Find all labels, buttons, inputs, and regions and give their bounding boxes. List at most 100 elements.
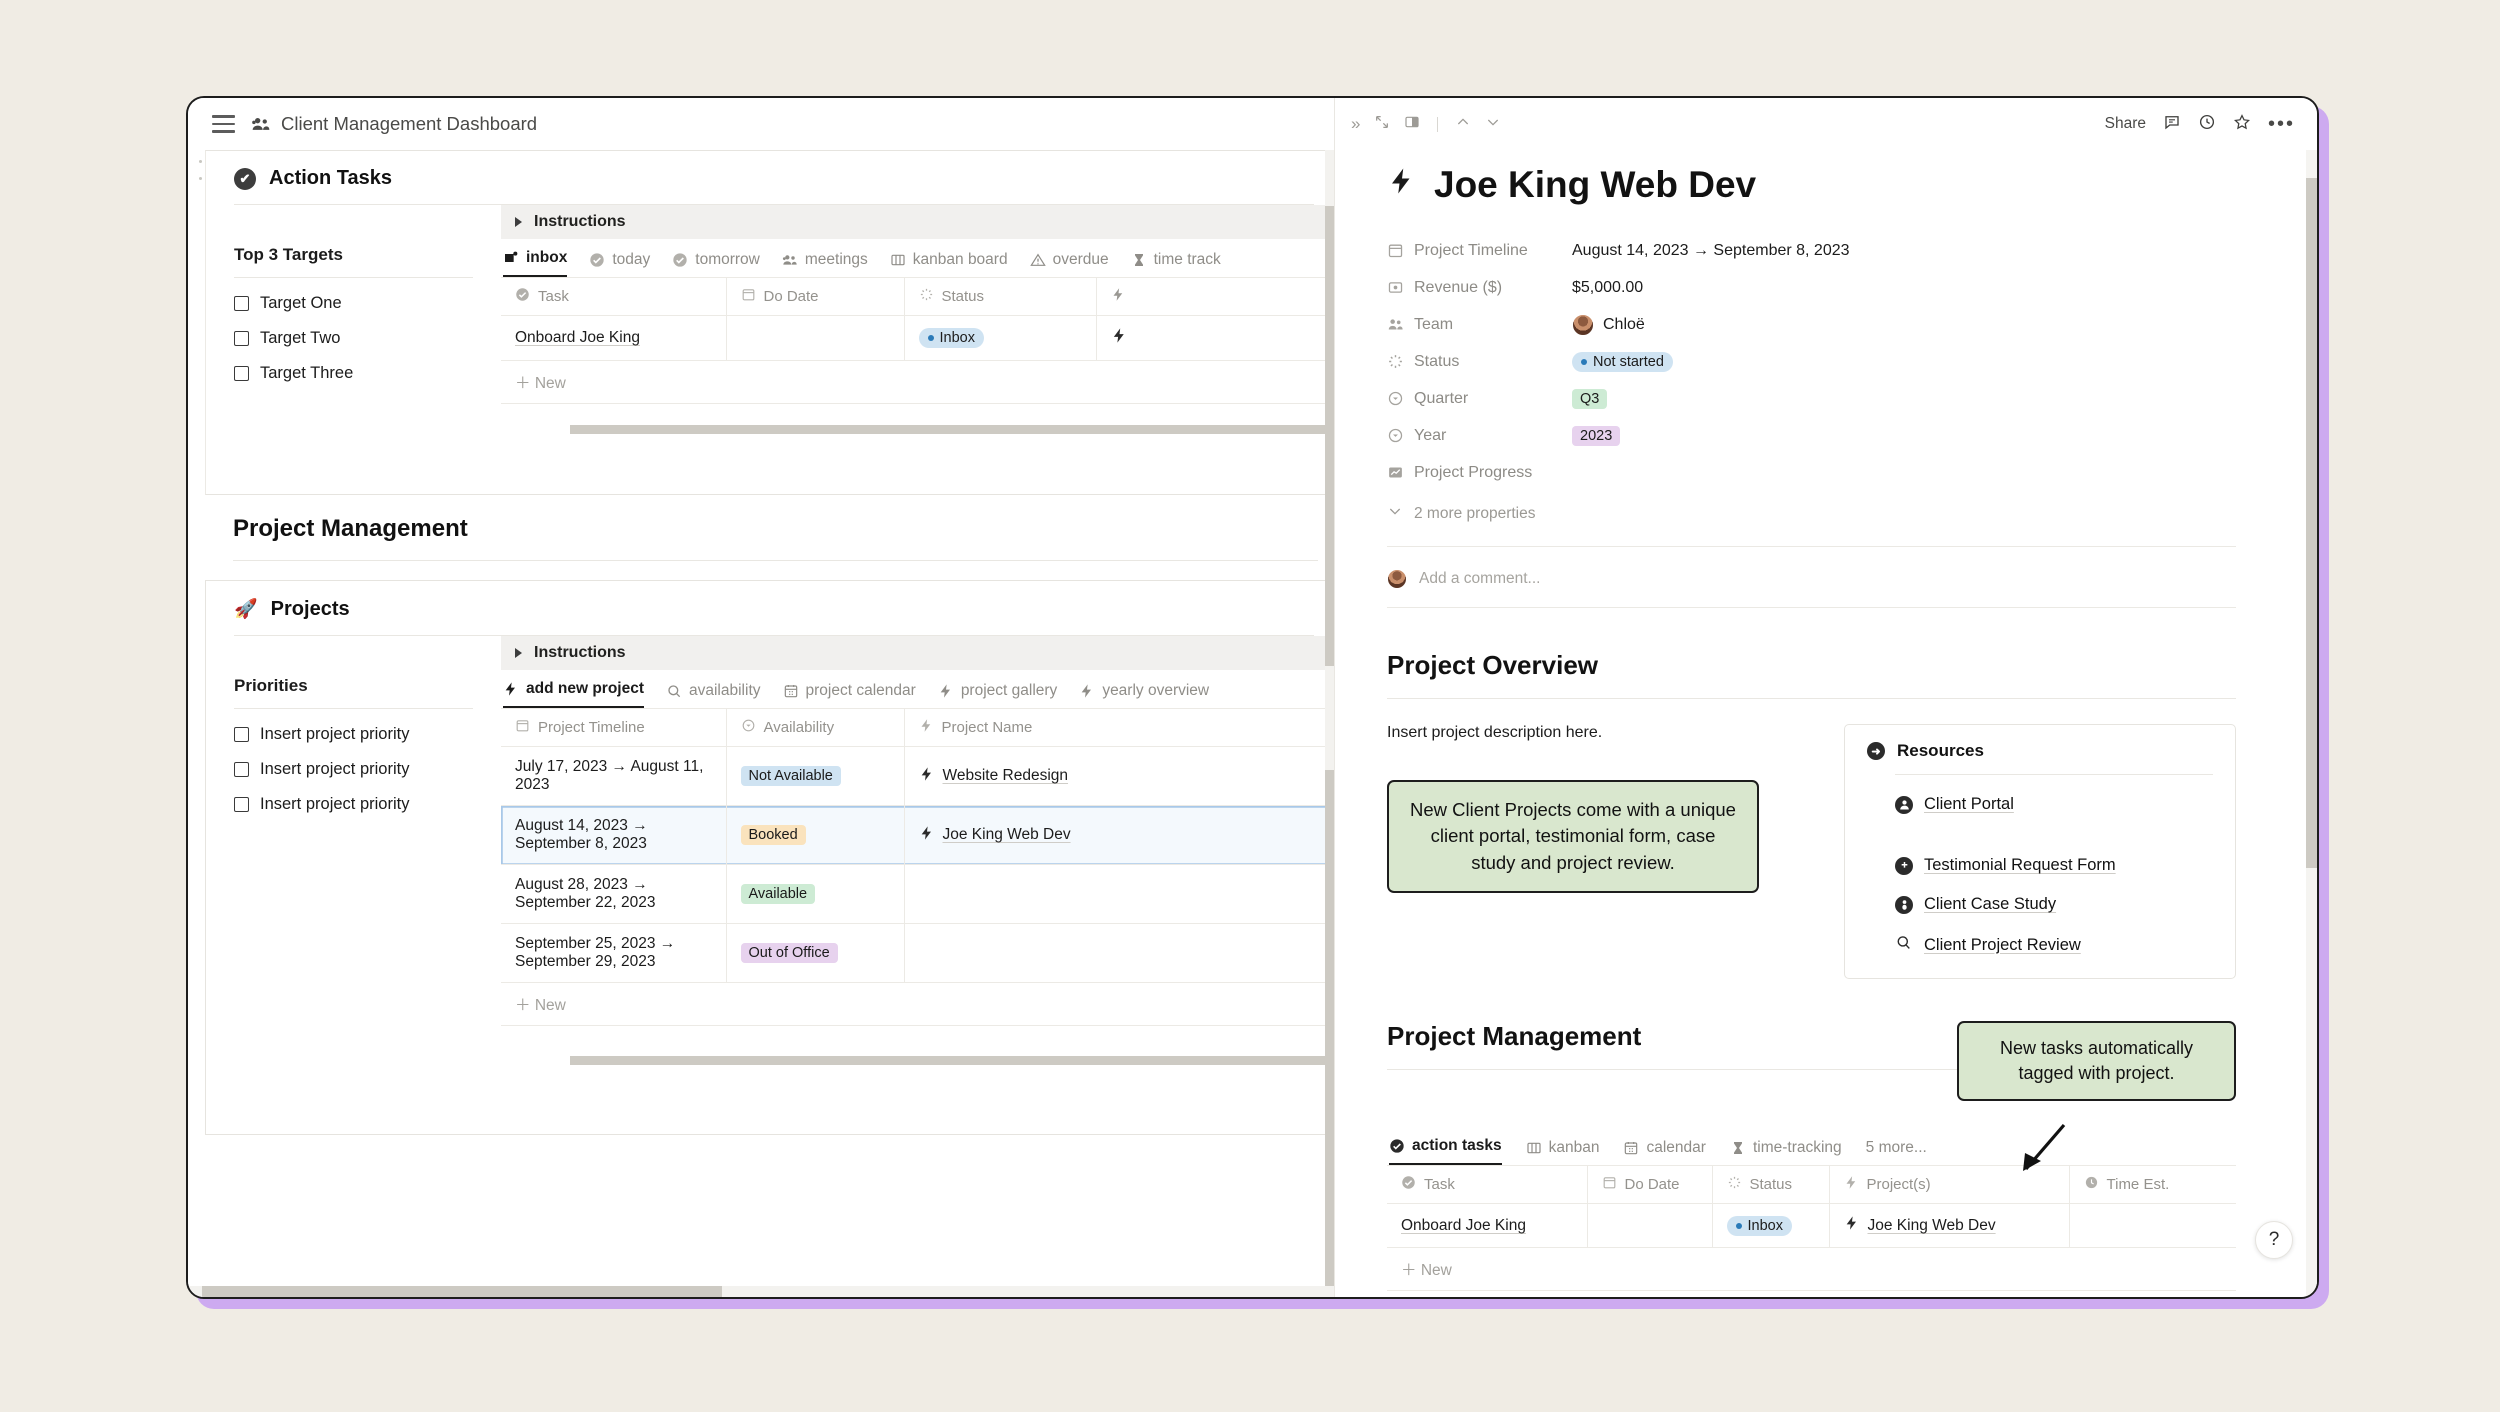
cell-availability[interactable]: Out of Office [726,923,905,983]
cell-timeline[interactable]: August 14, 2023 → September 8, 2023 [501,805,727,865]
task-link[interactable]: Onboard Joe King [515,329,640,346]
cell-status[interactable]: Inbox [904,315,1097,361]
tab-add-new-project[interactable]: add new project [503,680,644,708]
cell-projects[interactable]: Joe King Web Dev [1829,1203,2070,1249]
tab-yearly-overview[interactable]: yearly overview [1079,682,1209,708]
tab-overdue[interactable]: overdue [1029,251,1109,277]
comment-icon[interactable] [2163,113,2181,136]
cell-availability[interactable]: Available [726,864,905,924]
tab-time-tracking[interactable]: time-tracking [1730,1139,1842,1165]
property-year[interactable]: Year 2023 [1387,417,2236,454]
property-value[interactable]: August 14, 2023 → September 8, 2023 [1572,242,1850,260]
property-value[interactable]: Chloë [1572,313,1645,336]
column-project[interactable] [1096,278,1334,316]
left-panel-hscrollbar[interactable] [188,1286,1334,1297]
tab-action-tasks[interactable]: action tasks [1389,1137,1502,1166]
action-tasks-hscrollbar[interactable] [570,425,1334,435]
target-item[interactable]: Target One [234,294,501,313]
chevron-down-icon[interactable] [1485,114,1501,135]
right-panel-vscrollbar[interactable] [2306,150,2317,1297]
property-value[interactable]: $5,000.00 [1572,279,1643,297]
table-row[interactable]: September 25, 2023 → September 29, 2023 … [501,923,1334,983]
table-row[interactable]: Onboard Joe King Inbox Joe King Web Dev [1387,1203,2236,1249]
tab-today[interactable]: today [589,251,650,277]
expand-right-icon[interactable]: » [1351,114,1360,134]
tab-kanban-board[interactable]: kanban board [890,251,1008,277]
tab-project-gallery[interactable]: project gallery [938,682,1057,708]
table-row[interactable]: August 14, 2023 → September 8, 2023 Book… [501,805,1334,865]
property-project-timeline[interactable]: Project Timeline August 14, 2023 → Septe… [1387,232,2236,269]
cell-timeline[interactable]: August 28, 2023 → September 22, 2023 [501,864,727,924]
projects-hscrollbar[interactable] [570,1056,1334,1066]
resource-client-project-review[interactable]: Client Project Review [1867,934,2213,956]
tab-tomorrow[interactable]: tomorrow [672,251,760,277]
property-quarter[interactable]: Quarter Q3 [1387,380,2236,417]
comment-placeholder[interactable]: Add a comment... [1419,570,1540,588]
cell-project-name[interactable] [904,923,1334,983]
property-project-progress[interactable]: Project Progress [1387,454,2236,491]
hamburger-menu-icon[interactable] [212,115,235,133]
column-availability[interactable]: Availability [726,709,905,747]
column-status[interactable]: Status [904,278,1097,316]
priority-item[interactable]: Insert project priority [234,760,501,779]
cell-task[interactable]: Onboard Joe King [501,315,727,361]
column-task[interactable]: Task [1387,1166,1588,1205]
more-icon[interactable]: ••• [2268,114,2295,134]
resource-testimonial-request-form[interactable]: Testimonial Request Form [1867,856,2213,875]
property-value[interactable]: Not started [1572,351,1673,372]
side-peek-icon[interactable] [1404,114,1420,135]
task-link[interactable]: Onboard Joe King [1401,1217,1526,1234]
property-revenue[interactable]: Revenue ($) $5,000.00 [1387,269,2236,306]
resource-label[interactable]: Client Case Study [1924,895,2056,914]
cell-timeline[interactable]: September 25, 2023 → September 29, 2023 [501,923,727,983]
table-row[interactable]: July 17, 2023 → August 11, 2023 Not Avai… [501,746,1334,806]
new-row-button[interactable]: ＋ New [1387,1248,2236,1292]
checkbox-icon[interactable] [234,727,249,742]
instructions-toggle[interactable]: Instructions [501,636,1334,670]
project-description[interactable]: Insert project description here. [1387,724,1814,742]
cell-project-name[interactable] [904,864,1334,924]
cell-do-date[interactable] [1587,1203,1713,1249]
resource-label[interactable]: Client Portal [1924,795,2014,814]
column-do-date[interactable]: Do Date [1587,1166,1713,1205]
table-row[interactable]: August 28, 2023 → September 22, 2023 Ava… [501,864,1334,924]
cell-time-est[interactable] [2069,1203,2236,1249]
cell-task[interactable]: Onboard Joe King [1387,1203,1588,1249]
column-do-date[interactable]: Do Date [726,278,905,316]
column-task[interactable]: Task [501,278,727,316]
instructions-toggle[interactable]: Instructions [501,205,1334,239]
checkbox-icon[interactable] [234,797,249,812]
left-panel-vscrollbar[interactable] [1325,150,1334,1297]
expand-diagonal-icon[interactable] [1374,114,1390,135]
project-link[interactable]: Joe King Web Dev [943,826,1071,844]
tab-calendar[interactable]: calendar [1623,1139,1706,1165]
checkbox-icon[interactable] [234,762,249,777]
clock-icon[interactable] [2198,113,2216,136]
resource-client-case-study[interactable]: Client Case Study [1867,895,2213,914]
cell-project-name[interactable]: Joe King Web Dev [904,805,1334,865]
property-team[interactable]: Team Chloë [1387,306,2236,343]
cell-timeline[interactable]: July 17, 2023 → August 11, 2023 [501,746,727,806]
cell-do-date[interactable] [726,315,905,361]
property-value[interactable]: Q3 [1572,388,1608,409]
resource-label[interactable]: Testimonial Request Form [1924,856,2116,875]
cell-project-name[interactable]: Website Redesign [904,746,1334,806]
priority-item[interactable]: Insert project priority [234,795,501,814]
project-link[interactable]: Website Redesign [943,767,1069,785]
column-status[interactable]: Status [1712,1166,1830,1205]
column-project-timeline[interactable]: Project Timeline [501,709,727,747]
checkbox-icon[interactable] [234,296,249,311]
resource-label[interactable]: Client Project Review [1924,936,2081,955]
chevron-up-icon[interactable] [1455,114,1471,135]
cell-status[interactable]: Inbox [1712,1203,1830,1249]
resource-client-portal[interactable]: Client Portal [1867,795,2213,814]
tab-availability[interactable]: availability [666,682,761,708]
new-row-button[interactable]: ＋ New [501,983,1334,1026]
table-row[interactable]: Onboard Joe King Inbox [501,315,1334,361]
cell-availability[interactable]: Booked [726,805,905,865]
more-properties-toggle[interactable]: 2 more properties [1387,503,2236,524]
star-icon[interactable] [2233,113,2251,136]
help-button[interactable]: ? [2255,1221,2293,1259]
share-button[interactable]: Share [2105,115,2146,133]
property-status[interactable]: Status Not started [1387,343,2236,380]
